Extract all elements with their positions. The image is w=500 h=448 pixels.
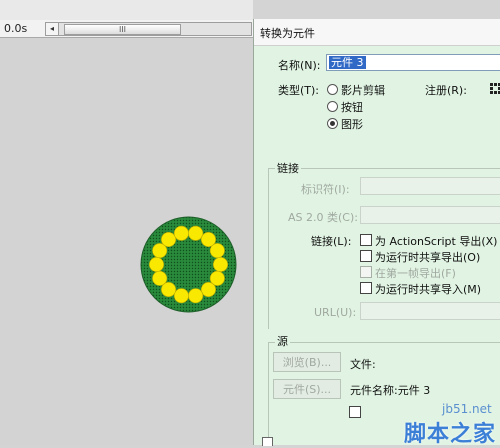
watermark-site: jb51.net: [442, 402, 492, 416]
dialog-titlebar: 转换为元件: [254, 19, 500, 46]
radio-graphic[interactable]: [327, 118, 338, 129]
yellow-dot: [188, 225, 204, 241]
scroll-left-arrow-icon[interactable]: ◂: [46, 23, 59, 35]
as2-class-label: AS 2.0 类(C):: [288, 211, 358, 224]
scroll-thumb[interactable]: III: [64, 24, 181, 35]
time-readout: 0.0s: [4, 22, 28, 35]
timeline-header: [0, 0, 253, 21]
url-field[interactable]: [360, 302, 500, 320]
symbol-button[interactable]: 元件(S)...: [273, 379, 341, 399]
yellow-dot: [161, 231, 177, 247]
identifier-field[interactable]: [360, 177, 500, 195]
registration-label: 注册(R):: [425, 84, 467, 97]
timeline-scrollbar[interactable]: ◂ III: [45, 22, 252, 36]
radio-button[interactable]: [327, 101, 338, 112]
convert-to-symbol-dialog: 转换为元件 名称(N): 元件 3 类型(T): 影片剪辑 按钮 图形 注册(R…: [253, 19, 500, 446]
yellow-dot: [200, 282, 216, 298]
as2-class-field[interactable]: [360, 206, 500, 224]
linkage-section-title: 链接: [275, 160, 301, 176]
watermark-brand: 脚本之家: [404, 422, 497, 447]
type-graphic-label: 图形: [341, 118, 363, 131]
export-first-frame-label: 在第一帧导出(F): [375, 267, 456, 280]
symbol-name-label: 元件名称:元件 3: [350, 384, 431, 397]
export-first-frame-checkbox[interactable]: [360, 266, 372, 278]
name-input[interactable]: 元件 3: [326, 54, 500, 71]
yellow-dot: [173, 288, 189, 304]
yellow-dot: [149, 256, 164, 272]
export-runtime-share-checkbox[interactable]: [360, 250, 372, 262]
import-runtime-share-checkbox[interactable]: [360, 282, 372, 294]
yellow-dot: [152, 270, 168, 286]
linkage-label: 链接(L):: [311, 235, 352, 248]
identifier-label: 标识符(I):: [301, 183, 350, 196]
yellow-dot: [213, 256, 229, 272]
export-actionscript-label: 为 ActionScript 导出(X): [375, 235, 498, 248]
yellow-dot: [173, 225, 189, 241]
export-runtime-share-label: 为运行时共享导出(O): [375, 251, 481, 264]
export-actionscript-checkbox[interactable]: [360, 234, 372, 246]
source-section-title: 源: [275, 333, 290, 349]
dialog-title: 转换为元件: [260, 27, 315, 40]
file-label: 文件:: [350, 358, 376, 371]
registration-grid-icon[interactable]: [490, 83, 500, 94]
type-movie-clip-label: 影片剪辑: [341, 84, 385, 97]
radio-movie-clip[interactable]: [327, 84, 338, 95]
type-label: 类型(T):: [278, 84, 320, 97]
type-button-label: 按钮: [341, 101, 363, 114]
name-value: 元件 3: [329, 56, 366, 69]
url-label: URL(U):: [314, 306, 357, 319]
yellow-dot: [209, 243, 225, 259]
timeline-bar: 0.0s ◂ III: [0, 20, 253, 38]
import-runtime-share-label: 为运行时共享导入(M): [375, 283, 482, 296]
browse-button[interactable]: 浏览(B)...: [273, 352, 341, 372]
circle-symbol-graphic[interactable]: [140, 216, 237, 313]
name-label: 名称(N):: [278, 59, 321, 72]
stage-canvas[interactable]: [0, 38, 253, 445]
yellow-dot: [188, 288, 204, 304]
always-update-checkbox[interactable]: [349, 406, 361, 418]
